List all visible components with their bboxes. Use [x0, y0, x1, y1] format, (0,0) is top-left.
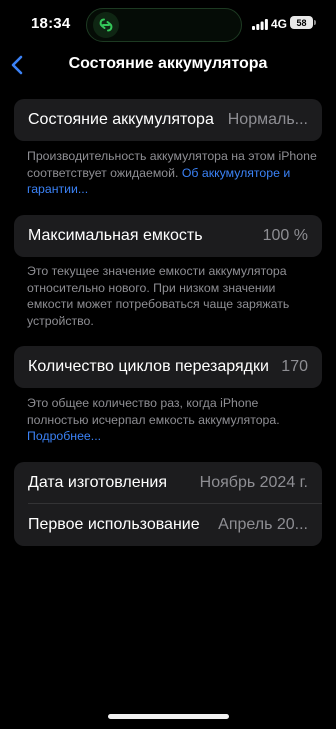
cycles-footer: Это общее количество раз, когда iPhone п… [27, 395, 317, 445]
max-capacity-row: Максимальная емкость 100 % [14, 215, 322, 257]
battery-health-row[interactable]: Состояние аккумулятора Нормаль... [14, 99, 322, 141]
max-capacity-value: 100 % [262, 227, 308, 244]
learn-more-link[interactable]: Подробнее... [27, 429, 101, 443]
battery-health-value: Нормаль... [227, 111, 308, 128]
status-time: 18:34 [31, 15, 71, 32]
cellular-signal-icon [252, 19, 268, 30]
battery-health-group: Состояние аккумулятора Нормаль... [14, 99, 322, 141]
home-indicator[interactable] [108, 714, 229, 719]
capacity-group: Максимальная емкость 100 % [14, 215, 322, 257]
page-title: Состояние аккумулятора [68, 55, 268, 72]
cycle-count-row: Количество циклов перезарядки 170 [14, 346, 322, 388]
network-type: 4G [271, 17, 288, 31]
dynamic-island[interactable] [86, 8, 242, 42]
first-use-label: Первое использование [28, 516, 200, 533]
recording-link-icon [93, 12, 119, 38]
dates-group: Дата изготовления Ноябрь 2024 г. Первое … [14, 462, 322, 546]
status-bar: 18:34 4G 58 [0, 0, 336, 50]
first-use-row: Первое использование Апрель 20... [14, 504, 322, 546]
battery-level: 58 [296, 17, 307, 28]
manufacture-date-label: Дата изготовления [28, 474, 168, 491]
cycles-group: Количество циклов перезарядки 170 [14, 346, 322, 388]
max-capacity-label: Максимальная емкость [28, 227, 203, 244]
first-use-value: Апрель 20... [218, 516, 308, 533]
cycle-count-value: 170 [281, 358, 308, 375]
cycle-count-label: Количество циклов перезарядки [28, 358, 269, 375]
manufacture-date-row: Дата изготовления Ноябрь 2024 г. [14, 462, 322, 504]
capacity-footer: Это текущее значение емкости аккумулятор… [27, 264, 290, 328]
battery-health-footer: Производительность аккумулятора на этом … [27, 148, 317, 198]
battery-health-label: Состояние аккумулятора [28, 111, 214, 128]
cycles-footer-text: Это общее количество раз, когда iPhone п… [27, 396, 280, 427]
battery-icon: 58 [290, 16, 316, 29]
manufacture-date-value: Ноябрь 2024 г. [199, 474, 308, 491]
